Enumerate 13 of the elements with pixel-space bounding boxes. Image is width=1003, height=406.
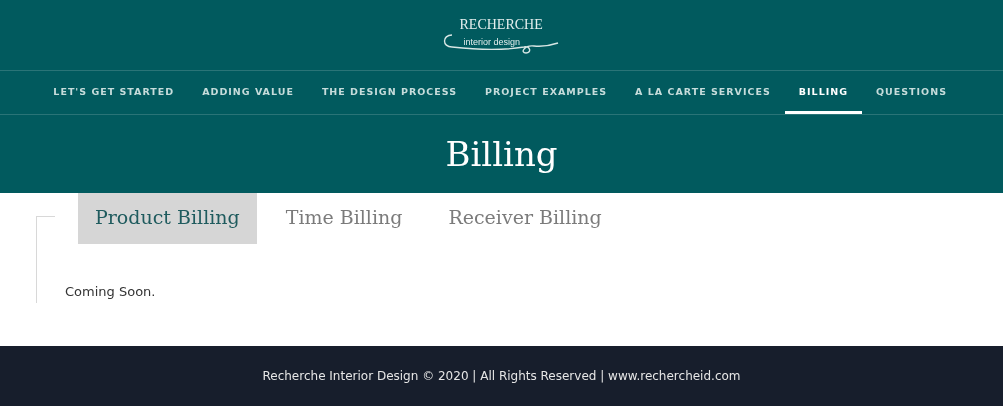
nav-link[interactable]: ADDING VALUE bbox=[188, 71, 308, 114]
logo-name: RECHERCHE bbox=[459, 17, 543, 33]
logo-tagline: interior design bbox=[463, 37, 521, 47]
nav-link[interactable]: LET'S GET STARTED bbox=[39, 71, 189, 114]
tab[interactable]: Product Billing bbox=[78, 193, 257, 244]
page-title: Billing bbox=[445, 134, 558, 174]
footer-text: Recherche Interior Design © 2020 | All Rights Reserved | www.rechercheid.com bbox=[262, 369, 741, 383]
content-text: Coming Soon. bbox=[65, 284, 157, 299]
nav-link[interactable]: THE DESIGN PROCESS bbox=[307, 71, 471, 114]
nav-link[interactable]: PROJECT EXAMPLES bbox=[471, 71, 622, 114]
nav-link[interactable]: QUESTIONS bbox=[862, 71, 961, 114]
nav-link[interactable]: A LA CARTE SERVICES bbox=[621, 71, 785, 114]
logo[interactable]: RECHERCHE interior design bbox=[439, 13, 564, 57]
